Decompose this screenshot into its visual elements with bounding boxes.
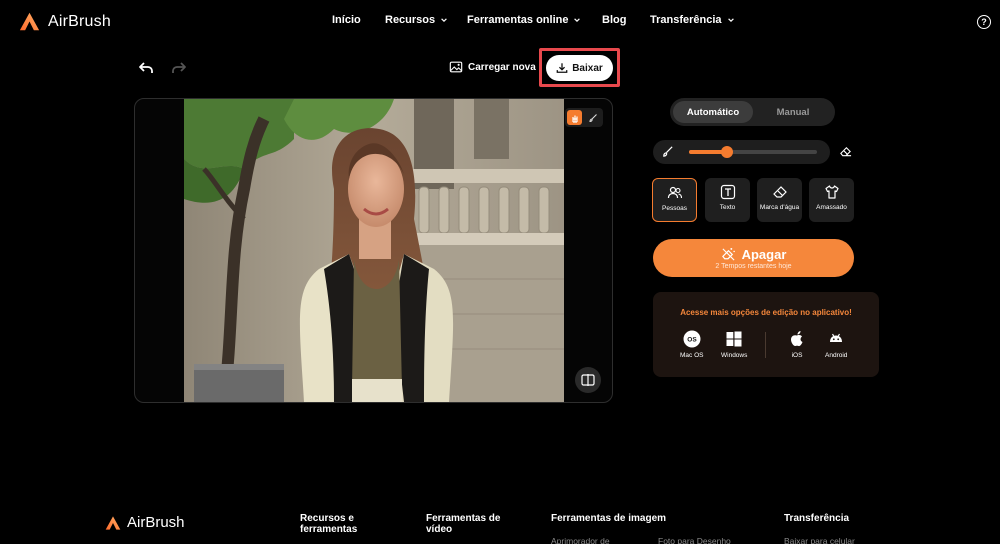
footer-link[interactable]: Aprimorador de [551,536,610,544]
app-label: Windows [721,352,748,359]
download-label: Baixar [572,62,603,74]
nav-item-inicio[interactable]: Início [332,14,361,26]
app-macos[interactable]: OS Mac OS [680,330,703,359]
erase-main: Apagar [721,246,787,262]
brush-icon [663,146,673,157]
android-icon [830,333,843,342]
image-upload-icon [449,61,463,73]
nav-label: Início [332,14,361,26]
macos-icon: OS [683,330,701,348]
nav-label: Transferência [650,14,722,26]
main-nav: Início Recursos Ferramentas online Blog … [0,14,1000,30]
people-icon [667,186,682,199]
brush-size-control [653,140,830,164]
windows-icon [726,331,742,347]
editor-canvas[interactable] [134,98,613,403]
tool-amassado[interactable]: Amassado [809,178,854,222]
footer-col-imagem: Ferramentas de imagem [551,513,667,524]
photo-preview [184,99,564,402]
upload-label: Carregar nova [468,61,536,73]
svg-text:OS: OS [687,337,697,344]
tool-marca-dagua[interactable]: Marca d'água [757,178,802,222]
nav-item-blog[interactable]: Blog [602,14,626,26]
tool-label: Texto [719,204,736,211]
app-android[interactable]: Android [825,330,847,359]
tool-pessoas[interactable]: Pessoas [652,178,697,222]
chevron-down-icon [727,18,734,23]
redo-icon[interactable] [171,60,187,76]
footer-link[interactable]: Foto para Desenho [658,536,731,544]
app-ios[interactable]: iOS [788,330,806,359]
shirt-icon [824,185,839,199]
app-label: Mac OS [680,352,704,359]
app-promo-text: Acesse mais opções de edição no aplicati… [680,308,852,317]
apple-icon [791,331,803,347]
tool-texto[interactable]: Texto [705,178,750,222]
help-icon[interactable]: ? [977,15,991,29]
eraser-icon[interactable] [839,145,852,158]
app-divider [765,332,766,358]
text-icon [720,184,735,200]
airbrush-logo-icon [105,515,121,530]
tool-label: Amassado [816,204,847,211]
magic-eraser-icon [721,247,735,261]
nav-label: Blog [602,14,627,26]
mode-automatic[interactable]: Automático [673,101,753,123]
nav-label: Recursos [385,14,436,26]
mode-toggle: Automático Manual [670,98,835,126]
footer-col-recursos: Recursos e ferramentas [300,513,358,535]
app-promo-panel: Acesse mais opções de edição no aplicati… [653,292,879,377]
canvas-tool-switch [565,108,603,127]
erase-label: Apagar [741,246,787,262]
watermark-eraser-icon [772,186,787,198]
tool-label: Pessoas [662,205,687,212]
mode-manual[interactable]: Manual [754,101,832,123]
brush-icon[interactable] [585,110,600,125]
footer-logo[interactable]: AirBrush [105,514,185,531]
app-label: iOS [791,352,803,359]
nav-item-transferencia[interactable]: Transferência [650,14,735,26]
footer-logo-text: AirBrush [127,514,185,531]
nav-label: Ferramentas online [467,14,569,26]
footer-col-transferencia: Transferência [784,513,850,524]
hand-icon[interactable] [567,110,582,125]
nav-item-ferramentas-online[interactable]: Ferramentas online [467,14,581,26]
undo-icon[interactable] [138,60,154,76]
download-icon [556,63,568,73]
tool-label: Marca d'água [759,204,800,211]
top-header: AirBrush Início Recursos Ferramentas onl… [0,0,1000,44]
app-windows[interactable]: Windows [721,330,747,359]
compare-icon[interactable] [575,367,601,393]
chevron-down-icon [441,18,447,23]
erase-button[interactable]: Apagar 2 Tempos restantes hoje [653,239,854,277]
footer-col-video: Ferramentas de vídeo [426,513,501,535]
slider-knob[interactable] [721,146,734,158]
nav-item-recursos[interactable]: Recursos [385,14,448,26]
chevron-down-icon [574,18,581,23]
footer-link[interactable]: Baixar para celular [784,536,855,544]
upload-new-button[interactable]: Carregar nova [449,60,536,74]
app-label: Android [825,352,848,359]
brush-size-slider[interactable] [689,146,817,158]
download-button[interactable]: Baixar [546,55,613,81]
erase-remaining: 2 Tempos restantes hoje [715,262,792,270]
